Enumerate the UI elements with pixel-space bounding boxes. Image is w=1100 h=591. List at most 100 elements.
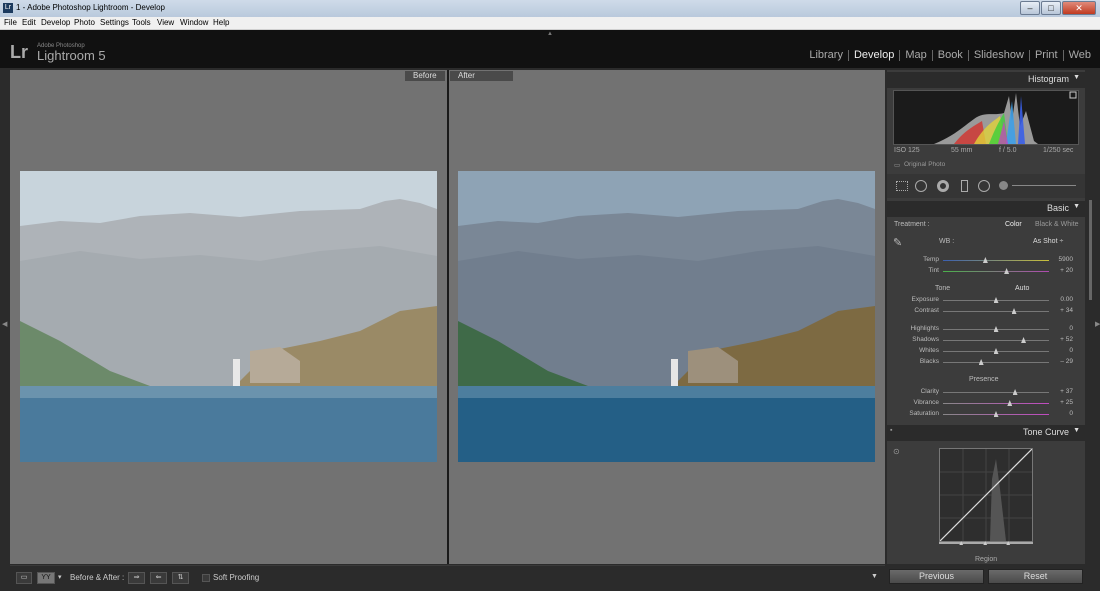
menu-window[interactable]: Window	[180, 18, 208, 27]
menu-tools[interactable]: Tools	[132, 18, 151, 27]
before-photo[interactable]	[20, 171, 437, 462]
contrast-value[interactable]: + 34	[1060, 307, 1073, 314]
vibrance-track[interactable]	[943, 400, 1049, 406]
original-photo-checkbox[interactable]: ▭	[894, 161, 900, 169]
temp-track[interactable]	[943, 257, 1049, 263]
tint-track[interactable]	[943, 268, 1049, 274]
treatment-color[interactable]: Color	[1005, 221, 1022, 228]
blacks-value[interactable]: – 29	[1060, 358, 1073, 365]
scrollbar-thumb[interactable]	[1089, 200, 1092, 300]
clarity-thumb[interactable]	[1012, 389, 1018, 395]
brush-size-slider[interactable]	[1012, 185, 1076, 186]
blacks-slider-row: Blacks – 29	[887, 357, 1085, 368]
soft-proofing-checkbox[interactable]	[202, 574, 210, 582]
module-map[interactable]: Map	[900, 49, 931, 61]
module-develop[interactable]: Develop	[849, 49, 899, 61]
top-panel-toggle-icon[interactable]: ▲	[547, 31, 553, 37]
view-mode-dropdown-icon[interactable]: ▾	[58, 573, 62, 581]
highlights-slider-row: Highlights 0	[887, 324, 1085, 335]
toolbar-menu-icon[interactable]: ▼	[871, 573, 878, 580]
loupe-view-button[interactable]: ▭	[16, 572, 32, 584]
tint-thumb[interactable]	[1004, 268, 1010, 274]
menu-edit[interactable]: Edit	[22, 18, 36, 27]
menu-photo[interactable]: Photo	[74, 18, 95, 27]
lightroom-logo: Lr	[10, 42, 28, 62]
treatment-bw[interactable]: Black & White	[1035, 221, 1079, 228]
auto-tone-button[interactable]: Auto	[1015, 285, 1029, 292]
tool-strip	[887, 174, 1085, 198]
menu-view[interactable]: View	[157, 18, 174, 27]
tone-curve-graph[interactable]	[939, 448, 1033, 542]
panel-switch-icon[interactable]: ▪	[890, 427, 892, 434]
contrast-track[interactable]	[943, 308, 1049, 314]
module-slideshow[interactable]: Slideshow	[969, 49, 1029, 61]
maximize-button[interactable]: □	[1041, 1, 1061, 15]
whites-value[interactable]: 0	[1069, 347, 1073, 354]
highlights-label: Highlights	[910, 325, 939, 332]
window-titlebar: Lr 1 - Adobe Photoshop Lightroom - Devel…	[0, 0, 1100, 17]
target-adjust-icon[interactable]: ⊙	[893, 447, 900, 456]
highlights-split-handle[interactable]: ▲	[1005, 540, 1011, 547]
right-panel-toggle-icon[interactable]: ▶	[1095, 320, 1100, 328]
histogram-chart	[893, 90, 1079, 145]
spot-removal-icon[interactable]	[915, 180, 927, 192]
tint-value[interactable]: + 20	[1060, 267, 1073, 274]
copy-after-to-before-button[interactable]: ⇐	[150, 572, 167, 584]
shutter-speed: 1/250 sec	[1043, 147, 1074, 154]
before-after-view-button[interactable]: YY	[37, 572, 55, 584]
exposure-value[interactable]: 0.00	[1060, 296, 1073, 303]
contrast-thumb[interactable]	[1011, 308, 1017, 314]
adjustment-brush-icon[interactable]	[999, 181, 1008, 190]
crop-tool-icon[interactable]	[896, 181, 908, 191]
graduated-filter-icon[interactable]	[961, 180, 968, 192]
swap-before-after-button[interactable]: ⇅	[172, 572, 189, 584]
vibrance-thumb[interactable]	[1007, 400, 1013, 406]
temp-value[interactable]: 5900	[1059, 256, 1073, 263]
highlights-thumb[interactable]	[993, 326, 999, 332]
menu-settings[interactable]: Settings	[100, 18, 129, 27]
previous-button[interactable]: Previous	[889, 569, 984, 584]
after-photo[interactable]	[458, 171, 875, 462]
copy-before-to-after-button[interactable]: ⇒	[128, 572, 145, 584]
shadows-value[interactable]: + 52	[1060, 336, 1073, 343]
whites-thumb[interactable]	[993, 348, 999, 354]
highlights-track[interactable]	[943, 326, 1049, 332]
shadows-split-handle[interactable]: ▲	[958, 540, 964, 547]
close-button[interactable]: ✕	[1062, 1, 1096, 15]
saturation-value[interactable]: 0	[1069, 410, 1073, 417]
tone-curve-title: Tone Curve	[1022, 427, 1069, 437]
exposure-thumb[interactable]	[993, 297, 999, 303]
blacks-track[interactable]	[943, 359, 1049, 365]
tone-curve-header[interactable]: ▪ Tone Curve ▼	[887, 425, 1085, 441]
basic-header[interactable]: Basic ▼	[887, 201, 1085, 217]
vibrance-value[interactable]: + 25	[1060, 399, 1073, 406]
clarity-track[interactable]	[943, 389, 1049, 395]
menu-file[interactable]: File	[4, 18, 17, 27]
shadows-thumb[interactable]	[1021, 337, 1027, 343]
wb-dropdown[interactable]: As Shot ÷	[1033, 238, 1063, 245]
radial-filter-icon[interactable]	[978, 180, 990, 192]
clarity-value[interactable]: + 37	[1060, 388, 1073, 395]
module-library[interactable]: Library	[804, 49, 848, 61]
highlights-value[interactable]: 0	[1069, 325, 1073, 332]
saturation-thumb[interactable]	[993, 411, 999, 417]
module-print[interactable]: Print	[1030, 49, 1063, 61]
saturation-track[interactable]	[943, 411, 1049, 417]
midtones-split-handle[interactable]: ▲	[982, 540, 988, 547]
menu-help[interactable]: Help	[213, 18, 229, 27]
exposure-track[interactable]	[943, 297, 1049, 303]
blacks-thumb[interactable]	[978, 359, 984, 365]
left-panel-toggle-icon[interactable]: ◀	[2, 320, 7, 328]
shadows-track[interactable]	[943, 337, 1049, 343]
red-eye-icon[interactable]	[937, 180, 949, 192]
menu-develop[interactable]: Develop	[41, 18, 70, 27]
reset-button[interactable]: Reset	[988, 569, 1083, 584]
whites-track[interactable]	[943, 348, 1049, 354]
minimize-button[interactable]: –	[1020, 1, 1040, 15]
module-web[interactable]: Web	[1064, 49, 1096, 61]
temp-thumb[interactable]	[982, 257, 988, 263]
right-panel-scrollbar[interactable]	[1087, 70, 1095, 564]
module-book[interactable]: Book	[933, 49, 968, 61]
wb-eyedropper-icon[interactable]: ✎	[893, 236, 902, 249]
histogram-header[interactable]: Histogram ▼	[887, 72, 1085, 88]
